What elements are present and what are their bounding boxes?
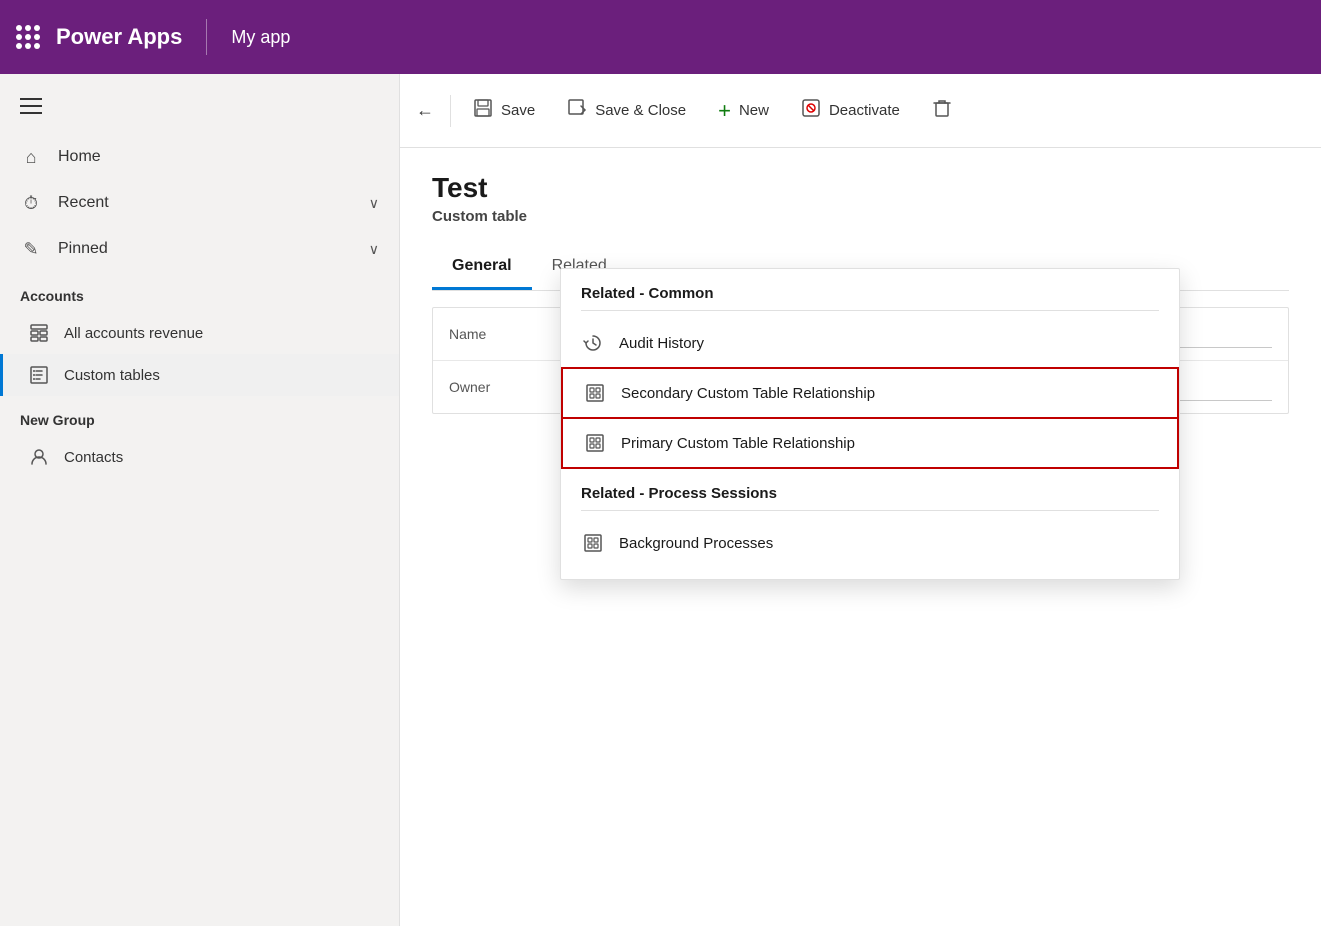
background-processes-icon: [581, 531, 605, 555]
sidebar-recent-label: Recent: [58, 194, 353, 212]
brand-label: Power Apps: [56, 24, 182, 50]
sidebar-item-home[interactable]: ⌂ Home: [0, 134, 399, 180]
sidebar-item-all-accounts-revenue[interactable]: All accounts revenue: [0, 312, 399, 354]
dropdown-item-audit-history[interactable]: Audit History: [561, 319, 1179, 367]
save-icon: [473, 98, 493, 123]
toolbar-separator: [450, 95, 451, 127]
sidebar: ⌂ Home ⏱ Recent ∨ ✎ Pinned ∨ Accounts: [0, 74, 400, 926]
deactivate-icon: [801, 98, 821, 123]
main-layout: ⌂ Home ⏱ Recent ∨ ✎ Pinned ∨ Accounts: [0, 74, 1321, 926]
form-label-owner: Owner: [449, 379, 569, 395]
back-icon: ←: [416, 100, 434, 121]
dropdown-divider-2: [581, 510, 1159, 511]
history-icon: [581, 331, 605, 355]
contacts-label: Contacts: [64, 449, 123, 466]
sidebar-item-recent[interactable]: ⏱ Recent ∨: [0, 180, 399, 226]
sidebar-hamburger[interactable]: [0, 90, 399, 134]
chevron-down-icon: ∨: [369, 241, 379, 258]
custom-table-icon-2: [583, 381, 607, 405]
home-icon: ⌂: [20, 146, 42, 168]
save-label: Save: [501, 102, 535, 119]
chevron-down-icon: ∨: [369, 195, 379, 212]
sidebar-item-pinned[interactable]: ✎ Pinned ∨: [0, 226, 399, 272]
tab-general[interactable]: General: [432, 245, 532, 290]
save-close-label: Save & Close: [595, 102, 686, 119]
new-label: New: [739, 102, 769, 119]
custom-table-icon-3: [583, 431, 607, 455]
tab-general-label: General: [452, 257, 512, 274]
sidebar-item-custom-tables[interactable]: Custom tables: [0, 354, 399, 396]
dropdown-section-title-common: Related - Common: [561, 269, 1179, 310]
accounts-section-label: Accounts: [0, 272, 399, 312]
app-grid-icon[interactable]: [16, 25, 40, 49]
app-name-label: My app: [231, 27, 290, 48]
new-button[interactable]: + New: [704, 90, 783, 132]
sidebar-home-label: Home: [58, 148, 379, 166]
dropdown-bottom-space: [561, 567, 1179, 579]
delete-button[interactable]: [918, 90, 966, 131]
back-button[interactable]: ←: [408, 92, 442, 129]
dropdown-divider-1: [581, 310, 1159, 311]
dropdown-section-title-process: Related - Process Sessions: [561, 469, 1179, 510]
secondary-custom-label: Secondary Custom Table Relationship: [621, 385, 875, 402]
form-label-name: Name: [449, 326, 569, 342]
primary-custom-label: Primary Custom Table Relationship: [621, 435, 855, 452]
save-button[interactable]: Save: [459, 90, 549, 131]
deactivate-button[interactable]: Deactivate: [787, 90, 914, 131]
recent-icon: ⏱: [20, 192, 42, 214]
header-divider: [206, 19, 207, 55]
trash-icon: [932, 98, 952, 123]
toolbar: ← Save: [400, 74, 1321, 148]
top-header: Power Apps My app: [0, 0, 1321, 74]
deactivate-label: Deactivate: [829, 102, 900, 119]
background-processes-label: Background Processes: [619, 535, 773, 552]
right-content: ← Save: [400, 74, 1321, 926]
save-close-icon: [567, 98, 587, 123]
related-dropdown: Related - Common Audit History: [560, 268, 1180, 580]
custom-tables-label: Custom tables: [64, 367, 160, 384]
new-plus-icon: +: [718, 98, 731, 124]
table-icon: [28, 322, 50, 344]
all-accounts-revenue-label: All accounts revenue: [64, 325, 203, 342]
dropdown-item-secondary-custom[interactable]: Secondary Custom Table Relationship: [561, 367, 1179, 419]
pin-icon: ✎: [20, 238, 42, 260]
dropdown-item-background-processes[interactable]: Background Processes: [561, 519, 1179, 567]
dropdown-item-primary-custom[interactable]: Primary Custom Table Relationship: [561, 419, 1179, 469]
sidebar-pinned-label: Pinned: [58, 240, 353, 258]
record-title: Test: [432, 172, 1289, 204]
page-content: Test Custom table General Related Name O…: [400, 148, 1321, 926]
save-close-button[interactable]: Save & Close: [553, 90, 700, 131]
person-icon: [28, 446, 50, 468]
record-subtitle: Custom table: [432, 208, 1289, 225]
custom-table-icon: [28, 364, 50, 386]
new-group-section-label: New Group: [0, 396, 399, 436]
sidebar-item-contacts[interactable]: Contacts: [0, 436, 399, 478]
audit-history-label: Audit History: [619, 335, 704, 352]
